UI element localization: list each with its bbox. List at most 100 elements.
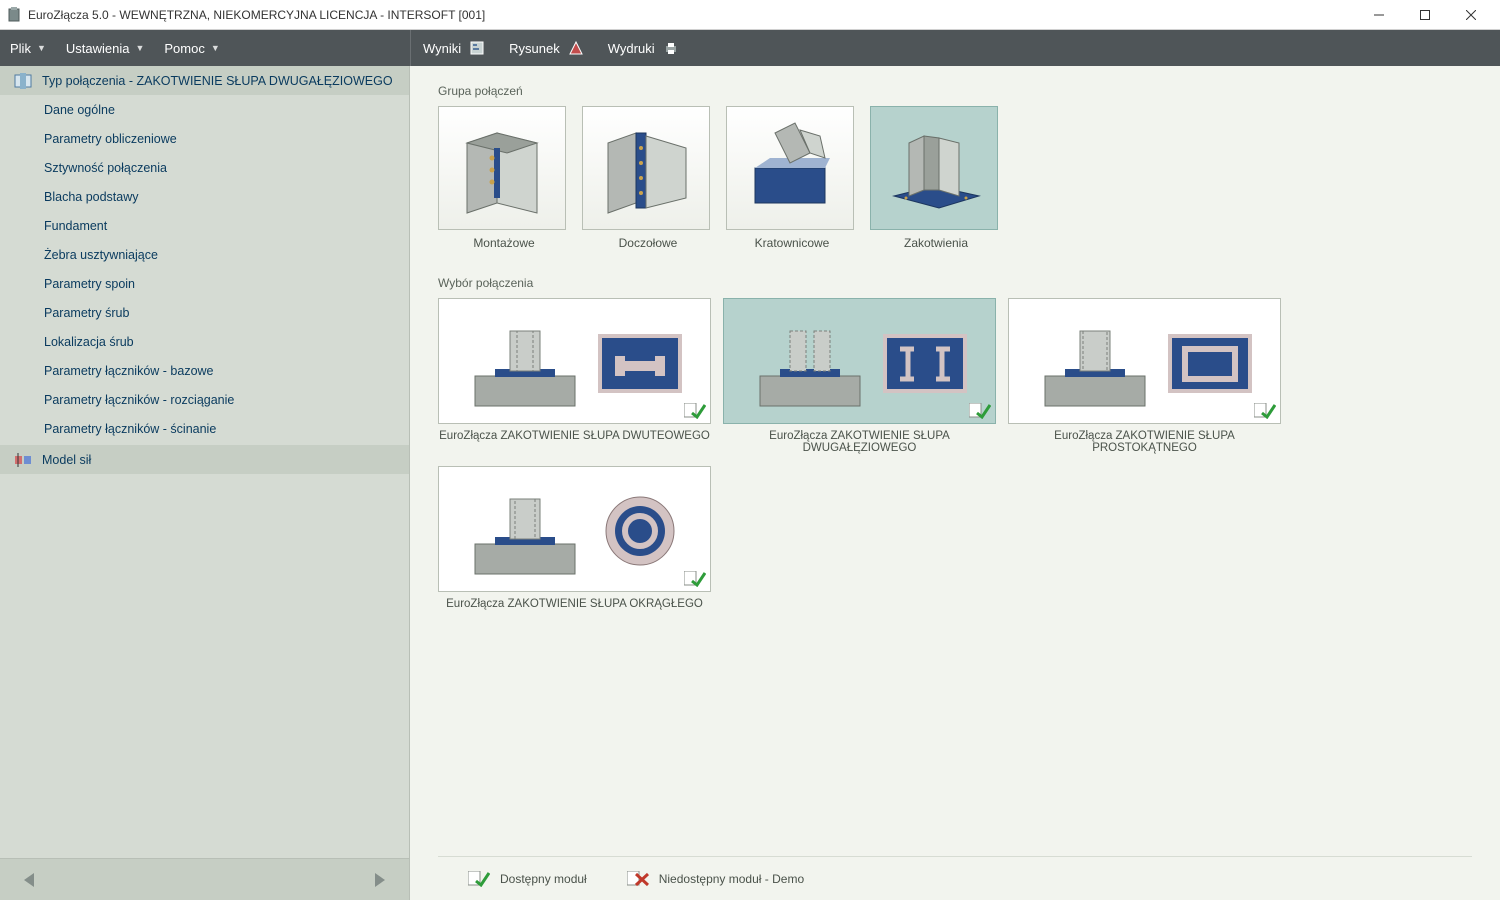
group-card-doczolowe[interactable]: Doczołowe [582,106,714,250]
menu-ustawienia-label: Ustawienia [66,41,130,56]
group-thumb [438,106,566,230]
main-panel: Grupa połączeń Montażowe [410,66,1500,900]
selection-card-dwugaleziowego[interactable]: EuroZłącza ZAKOTWIENIE SŁUPA DWUGAŁĘZIOW… [723,298,996,454]
sidebar-item-lacznikow-bazowe[interactable]: Parametry łączników - bazowe [0,356,409,385]
sidebar-item-srub[interactable]: Parametry śrub [0,298,409,327]
sidebar-item-label: Sztywność połączenia [44,161,167,175]
available-check-icon [1254,403,1276,419]
group-card-zakotwienia[interactable]: Zakotwienia [870,106,1002,250]
selection-card-okraglego[interactable]: EuroZłącza ZAKOTWIENIE SŁUPA OKRĄGŁEGO [438,466,711,610]
okraglego-icon [455,479,695,579]
sidebar-item-label: Parametry łączników - bazowe [44,364,214,378]
selection-caption: EuroZłącza ZAKOTWIENIE SŁUPA PROSTOKĄTNE… [1008,430,1281,454]
doczolowe-icon [596,118,696,218]
chevron-down-icon: ▼ [211,43,220,53]
selection-thumb [438,298,711,424]
sidebar-item-label: Fundament [44,219,107,233]
titlebar: EuroZłącza 5.0 - WEWNĘTRZNA, NIEKOMERCYJ… [0,0,1500,30]
menu-rysunek[interactable]: Rysunek [497,30,596,66]
sidebar-footer-label: Model sił [42,453,91,467]
sidebar-item-lacznikow-scinanie[interactable]: Parametry łączników - ścinanie [0,414,409,443]
chevron-down-icon: ▼ [135,43,144,53]
sidebar-item-zebra[interactable]: Żebra usztywniające [0,240,409,269]
dwuteowego-icon [455,311,695,411]
menu-wydruki-label: Wydruki [608,41,655,56]
next-arrow-icon[interactable] [369,870,389,890]
available-check-icon [684,571,706,587]
prostokatnego-icon [1025,311,1265,411]
sidebar-header-label: Typ połączenia - ZAKOTWIENIE SŁUPA DWUGA… [42,74,393,88]
drawing-icon [568,40,584,56]
group-thumb [726,106,854,230]
selection-row: EuroZłącza ZAKOTWIENIE SŁUPA DWUTEOWEGO [438,298,1472,610]
available-check-icon [969,403,991,419]
minimize-button[interactable] [1356,0,1402,30]
sidebar-item-fundament[interactable]: Fundament [0,211,409,240]
sidebar-list: Typ połączenia - ZAKOTWIENIE SŁUPA DWUGA… [0,66,409,858]
menu-wyniki-label: Wyniki [423,41,461,56]
montazowe-icon [452,118,552,218]
group-caption: Montażowe [438,236,570,250]
sidebar-item-label: Parametry łączników - rozciąganie [44,393,234,407]
selection-thumb [1008,298,1281,424]
selection-thumb [723,298,996,424]
sidebar-item-dane-ogolne[interactable]: Dane ogólne [0,95,409,124]
legend-available-label: Dostępny moduł [500,872,587,886]
selection-card-prostokatnego[interactable]: EuroZłącza ZAKOTWIENIE SŁUPA PROSTOKĄTNE… [1008,298,1281,454]
available-check-icon [468,871,490,887]
prev-arrow-icon[interactable] [20,870,40,890]
chevron-down-icon: ▼ [37,43,46,53]
zakotwienia-icon [884,118,984,218]
legend-unavailable-label: Niedostępny moduł - Demo [659,872,804,886]
close-button[interactable] [1448,0,1494,30]
menu-ustawienia[interactable]: Ustawienia ▼ [56,30,155,66]
maximize-button[interactable] [1402,0,1448,30]
kratownicowe-icon [740,118,840,218]
group-card-kratownicowe[interactable]: Kratownicowe [726,106,858,250]
selection-caption: EuroZłącza ZAKOTWIENIE SŁUPA DWUTEOWEGO [438,430,711,442]
menu-wydruki[interactable]: Wydruki [596,30,691,66]
sidebar-item-label: Parametry obliczeniowe [44,132,177,146]
menubar: Plik▼ Ustawienia▼ Pomoc▼ Wyniki Rysunek … [0,30,1500,66]
sidebar-item-sztywnosc[interactable]: Sztywność połączenia [0,153,409,182]
printer-icon [663,40,679,56]
sidebar-item-parametry-obliczeniowe[interactable]: Parametry obliczeniowe [0,124,409,153]
available-check-icon [684,403,706,419]
sidebar-header[interactable]: Typ połączenia - ZAKOTWIENIE SŁUPA DWUGA… [0,66,409,95]
window-title: EuroZłącza 5.0 - WEWNĘTRZNA, NIEKOMERCYJ… [28,8,1356,22]
menu-pomoc-label: Pomoc [164,41,204,56]
group-caption: Zakotwienia [870,236,1002,250]
menu-plik[interactable]: Plik▼ [0,30,56,66]
sidebar-item-spoin[interactable]: Parametry spoin [0,269,409,298]
legend-unavailable: Niedostępny moduł - Demo [627,871,804,887]
connection-type-icon [14,72,32,90]
legend-available: Dostępny moduł [468,871,587,887]
force-model-icon [14,451,32,469]
footer-legend: Dostępny moduł Niedostępny moduł - Demo [438,856,1472,900]
sidebar-item-label: Blacha podstawy [44,190,139,204]
selection-caption: EuroZłącza ZAKOTWIENIE SŁUPA OKRĄGŁEGO [438,598,711,610]
sidebar-item-model-sil[interactable]: Model sił [0,445,409,474]
group-thumb [870,106,998,230]
unavailable-x-icon [627,871,649,887]
group-card-montazowe[interactable]: Montażowe [438,106,570,250]
selection-card-dwuteowego[interactable]: EuroZłącza ZAKOTWIENIE SŁUPA DWUTEOWEGO [438,298,711,454]
sidebar-item-blacha[interactable]: Blacha podstawy [0,182,409,211]
selection-thumb [438,466,711,592]
menu-left: Plik▼ Ustawienia ▼ Pomoc ▼ [0,30,410,66]
group-row: Montażowe Doczołowe [438,106,1472,250]
selection-caption: EuroZłącza ZAKOTWIENIE SŁUPA DWUGAŁĘZIOW… [723,430,996,454]
group-section-label: Grupa połączeń [438,84,1472,98]
app-icon [6,7,22,23]
window-controls [1356,0,1494,30]
sidebar-item-lokalizacja[interactable]: Lokalizacja śrub [0,327,409,356]
menu-wyniki[interactable]: Wyniki [411,30,497,66]
content: Typ połączenia - ZAKOTWIENIE SŁUPA DWUGA… [0,66,1500,900]
sidebar-item-lacznikow-rozciaganie[interactable]: Parametry łączników - rozciąganie [0,385,409,414]
sidebar-item-label: Dane ogólne [44,103,115,117]
menu-pomoc[interactable]: Pomoc ▼ [154,30,229,66]
sidebar-nav [0,858,409,900]
selection-section-label: Wybór połączenia [438,276,1472,290]
sidebar-item-label: Parametry łączników - ścinanie [44,422,216,436]
group-thumb [582,106,710,230]
